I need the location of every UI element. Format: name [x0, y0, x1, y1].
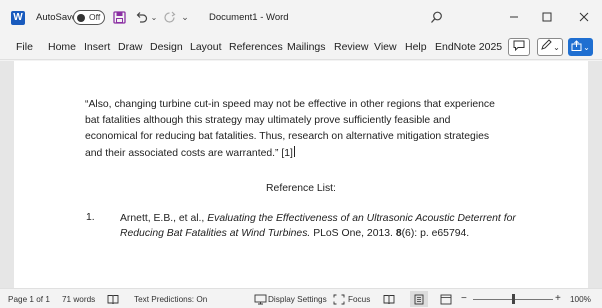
reference-number: 1.	[86, 212, 95, 223]
tab-layout[interactable]: Layout	[190, 41, 222, 53]
document-canvas: “Also, changing turbine cut-in speed may…	[0, 61, 602, 288]
status-bar: Page 1 of 1 71 words Text Predictions: O…	[0, 288, 602, 308]
close-icon[interactable]	[574, 8, 594, 26]
tab-mailings[interactable]: Mailings	[287, 41, 326, 53]
tab-design[interactable]: Design	[150, 41, 183, 53]
tab-endnote[interactable]: EndNote 2025	[435, 41, 502, 53]
web-layout-icon[interactable]	[440, 293, 452, 305]
reference-issue-pages: (6): p. e65794.	[401, 227, 470, 239]
text-cursor	[293, 145, 295, 157]
pen-icon	[540, 38, 552, 56]
comments-button[interactable]	[508, 38, 530, 56]
quote-line: “Also, changing turbine cut-in speed may…	[85, 99, 495, 110]
proofing-icon[interactable]	[107, 293, 119, 305]
focus-mode[interactable]: Focus	[348, 295, 370, 304]
tab-help[interactable]: Help	[405, 41, 427, 53]
toggle-knob	[77, 13, 85, 22]
quote-line-last: and their associated costs are warranted…	[85, 145, 545, 162]
quote-paragraph[interactable]: “Also, changing turbine cut-in speed may…	[85, 97, 545, 162]
zoom-out-button[interactable]: −	[461, 293, 467, 304]
tab-file[interactable]: File	[16, 41, 33, 53]
zoom-in-button[interactable]: +	[555, 293, 561, 304]
share-icon	[571, 38, 582, 56]
focus-icon[interactable]	[333, 293, 345, 305]
undo-icon[interactable]	[133, 8, 149, 26]
read-mode-icon[interactable]	[383, 293, 395, 305]
reference-journal: PLoS One, 2013.	[310, 227, 396, 239]
word-logo-icon: W	[11, 11, 25, 25]
customize-toolbar-icon[interactable]: ⌄	[180, 8, 190, 26]
redo-icon[interactable]	[161, 8, 177, 26]
tab-insert[interactable]: Insert	[84, 41, 110, 53]
quote-line: economical for reducing bat fatalities. …	[85, 131, 490, 143]
autosave-state: Off	[89, 12, 101, 22]
zoom-level[interactable]: 100%	[570, 295, 591, 304]
maximize-icon[interactable]	[537, 8, 557, 26]
reference-heading: Reference List:	[266, 183, 336, 194]
share-button[interactable]: ⌄	[568, 38, 593, 56]
tab-home[interactable]: Home	[48, 41, 76, 53]
save-icon[interactable]	[111, 8, 127, 26]
tab-draw[interactable]: Draw	[118, 41, 143, 53]
minimize-icon[interactable]	[504, 8, 524, 26]
text-predictions[interactable]: Text Predictions: On	[134, 295, 207, 304]
undo-dropdown-icon[interactable]: ⌄	[149, 8, 159, 26]
zoom-slider-thumb[interactable]	[512, 294, 515, 304]
document-page[interactable]: “Also, changing turbine cut-in speed may…	[14, 61, 588, 288]
title-bar: W AutoSave Off ⌄ ⌄ Document1 - Word	[0, 0, 602, 34]
word-count[interactable]: 71 words	[62, 295, 95, 304]
quote-line: bat fatalities although this strategy ma…	[85, 115, 451, 127]
autosave-label: AutoSave	[36, 12, 78, 23]
quote-line: and their associated costs are warranted…	[85, 147, 293, 159]
reference-entry[interactable]: Arnett, E.B., et al., Evaluating the Eff…	[120, 212, 540, 241]
page-count[interactable]: Page 1 of 1	[8, 295, 50, 304]
tab-review[interactable]: Review	[334, 41, 368, 53]
tab-references[interactable]: References	[229, 41, 283, 53]
print-layout-icon[interactable]	[410, 291, 428, 307]
reference-authors: Arnett, E.B., et al.,	[120, 213, 208, 224]
display-settings-icon[interactable]	[254, 293, 267, 305]
comment-icon	[513, 38, 525, 56]
tab-view[interactable]: View	[374, 41, 397, 53]
display-settings[interactable]: Display Settings	[268, 295, 327, 304]
document-title: Document1 - Word	[209, 12, 289, 23]
chevron-down-icon: ⌄	[583, 42, 590, 52]
chevron-down-icon: ⌄	[553, 42, 560, 52]
autosave-toggle[interactable]: Off	[73, 10, 105, 25]
search-icon[interactable]	[428, 8, 444, 26]
editing-mode-button[interactable]: ⌄	[537, 38, 563, 56]
